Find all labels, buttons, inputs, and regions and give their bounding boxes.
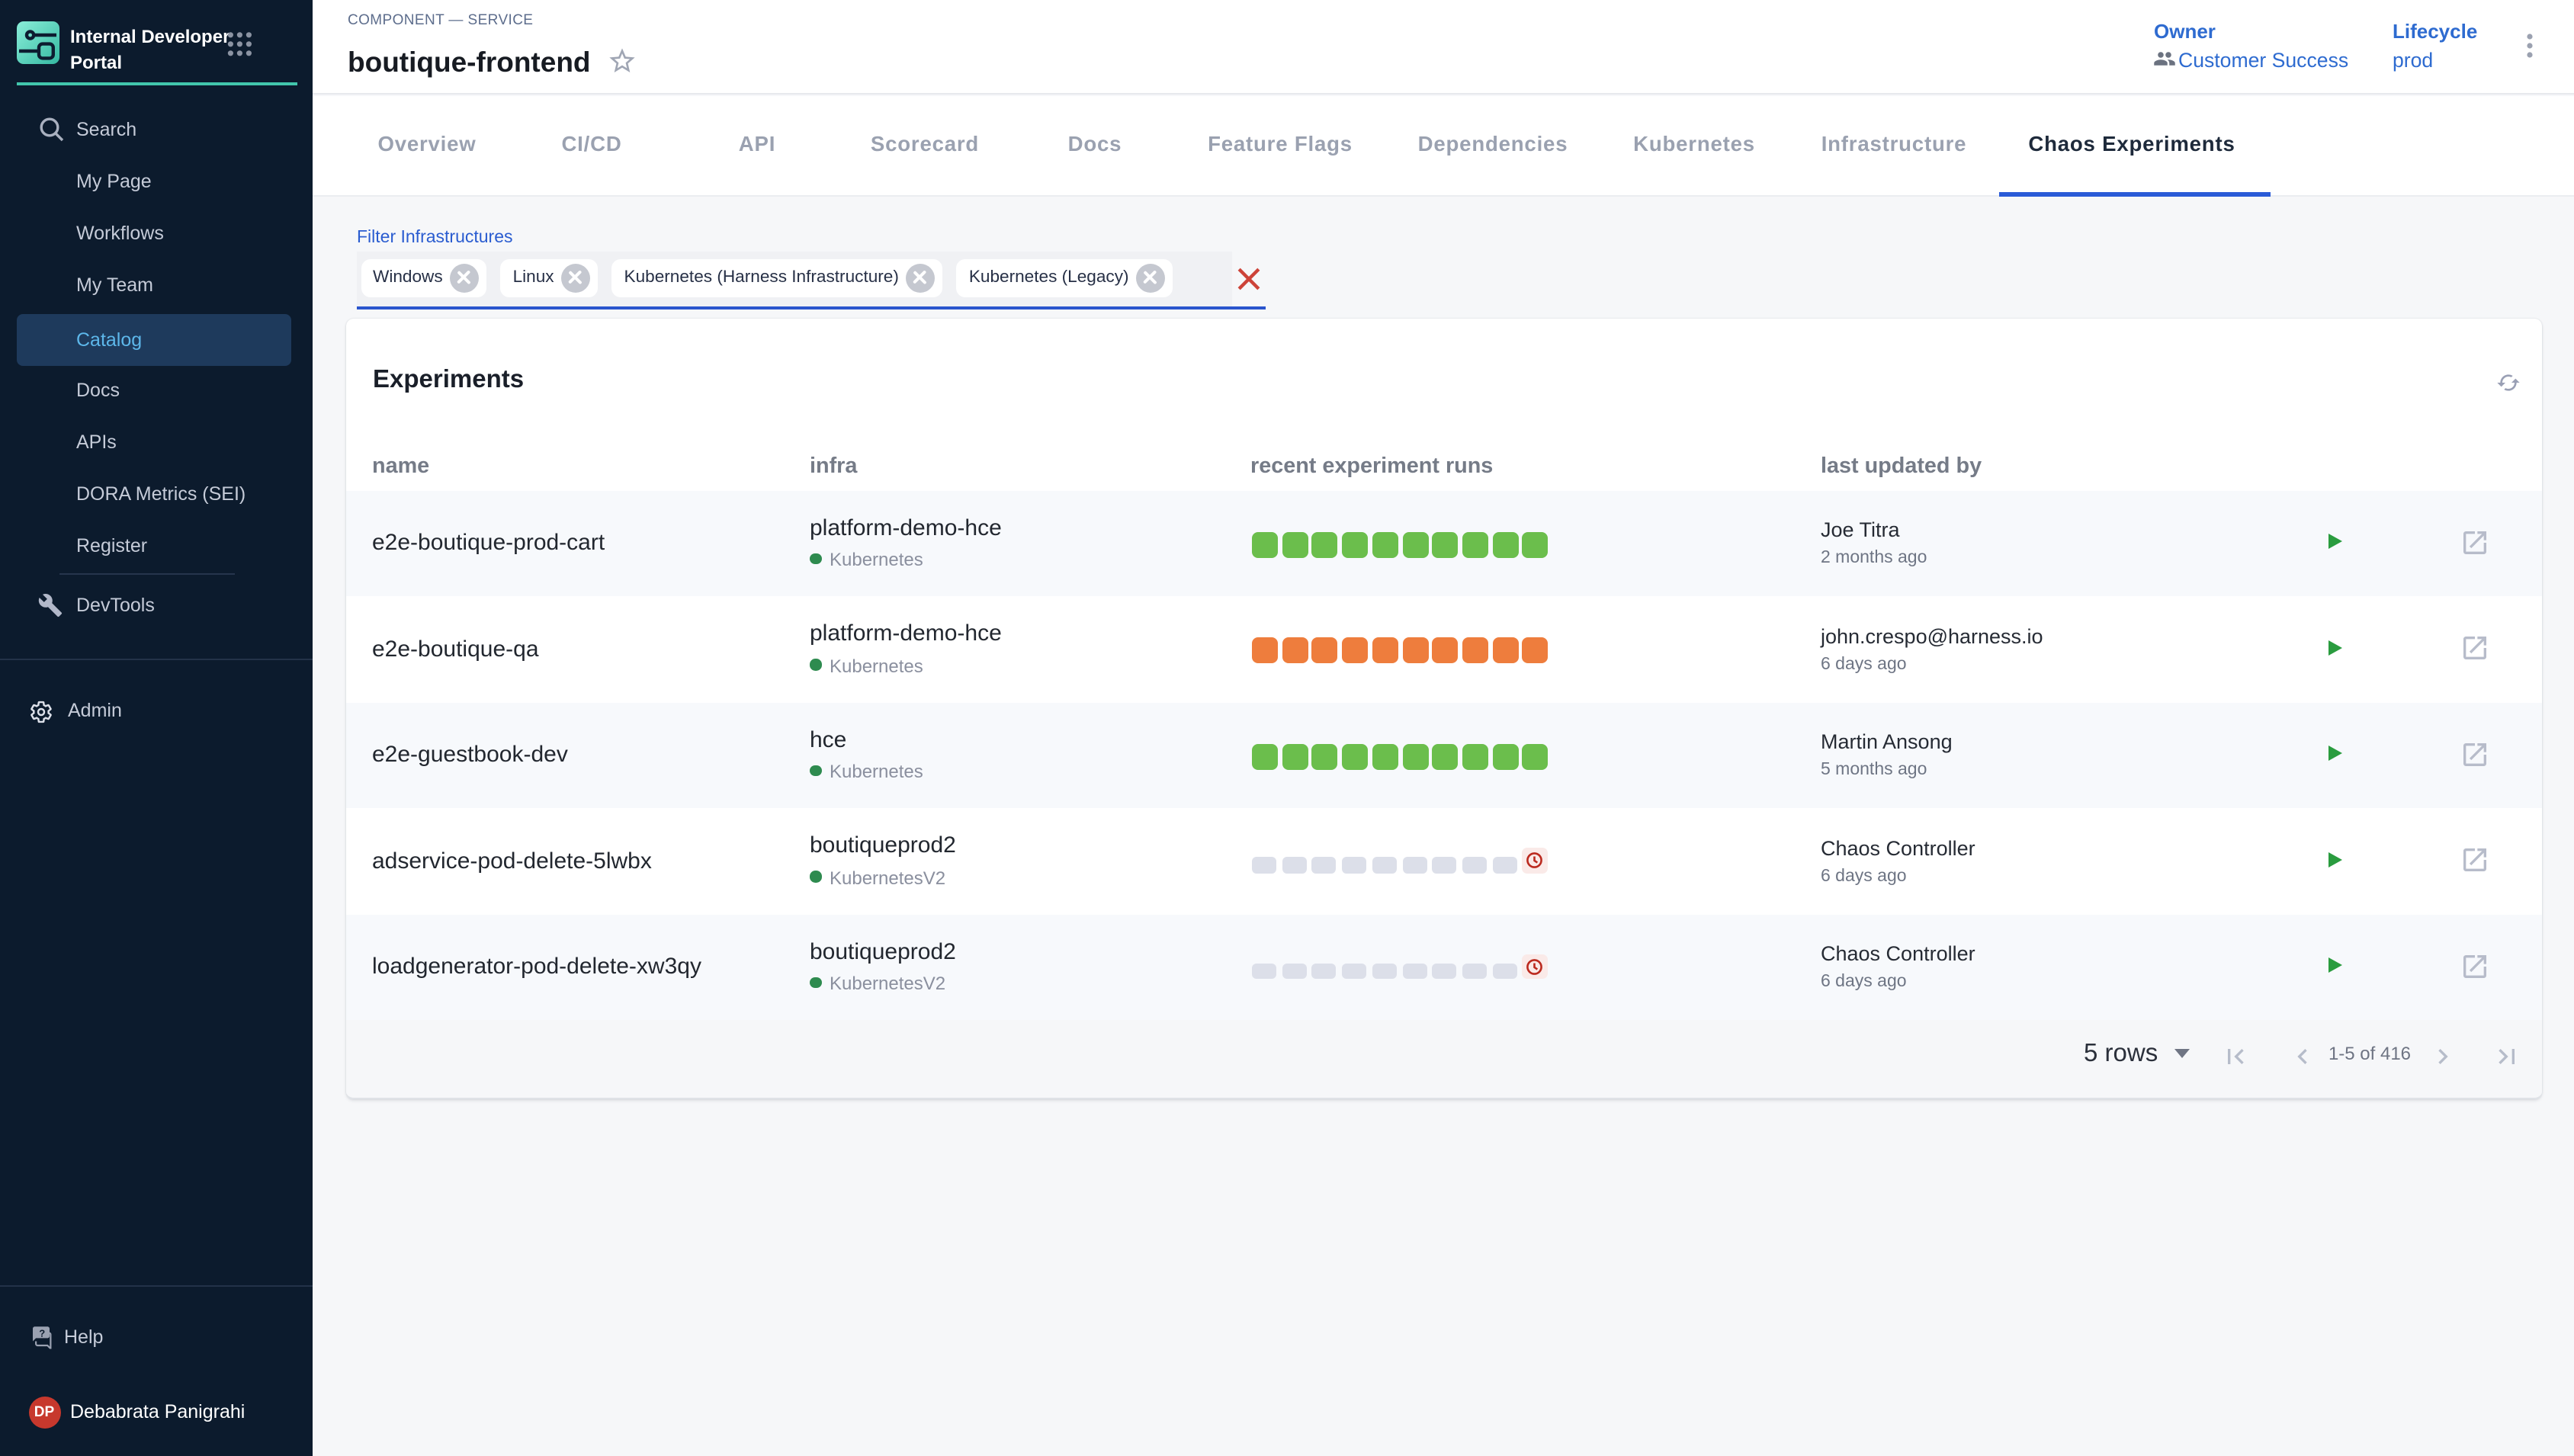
- svg-text:?: ?: [39, 1326, 45, 1338]
